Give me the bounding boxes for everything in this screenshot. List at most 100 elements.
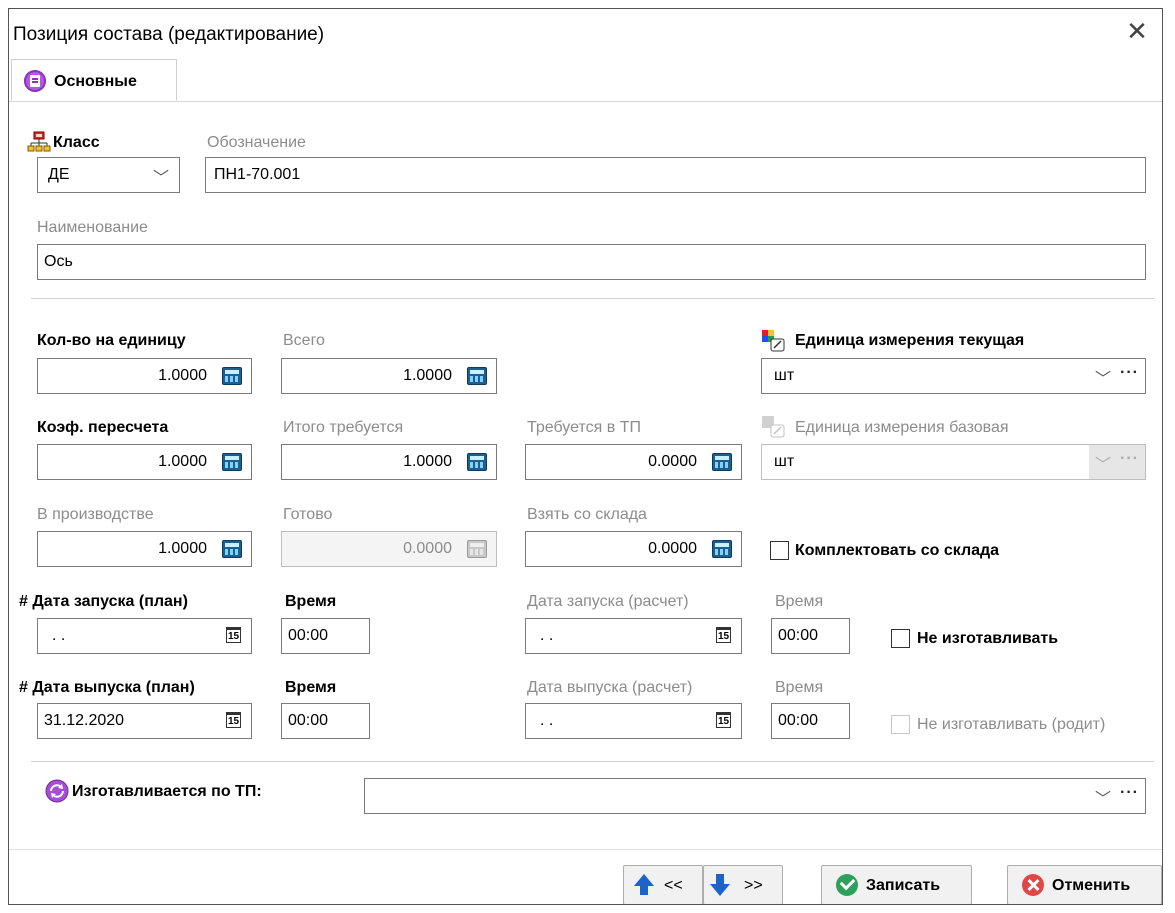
designation-field[interactable]: ПН1-70.001 [205,157,1146,193]
unit-current-value: шт [774,367,795,384]
check-icon [836,874,858,896]
conversion-factor-label: Коэф. пересчета [37,419,169,436]
unit-base-select[interactable]: шт ﹀ ··· [761,444,1146,480]
start-plan-time-value: 00:00 [288,627,329,644]
close-icon[interactable]: ✕ [1124,18,1150,44]
class-select[interactable]: ДЕ ﹀ [37,157,180,193]
designation-label: Обозначение [207,134,306,151]
total-required-field[interactable]: 1.0000 [281,444,497,480]
calculator-icon[interactable] [712,453,732,471]
tab-bar: Основные [9,59,1162,102]
calculator-icon[interactable] [467,367,487,385]
tab-main[interactable]: Основные [11,59,177,101]
calculator-icon [467,540,487,558]
take-from-stock-value: 0.0000 [648,540,697,557]
start-calc-date-field[interactable]: . . 15 [525,618,742,654]
divider [31,761,1154,762]
class-value: ДЕ [48,166,70,183]
more-icon[interactable]: ··· [1120,784,1139,802]
end-plan-time-field[interactable]: 00:00 [281,703,370,739]
calculator-icon[interactable] [712,540,732,558]
complete-from-stock-checkbox[interactable] [770,541,789,560]
do-not-manufacture-label: Не изготавливать [917,630,1059,647]
end-calc-time-field[interactable]: 00:00 [771,703,850,739]
total-field[interactable]: 1.0000 [281,358,497,394]
name-label: Наименование [37,219,148,236]
do-not-manufacture-parent-label: Не изготавливать (родит) [917,716,1106,733]
chevron-down-icon[interactable]: ﹀ [153,164,169,188]
unit-current-label: Единица измерения текущая [795,332,1025,349]
total-value: 1.0000 [403,367,452,384]
end-plan-time-label: Время [285,679,337,696]
prev-button[interactable]: << [623,865,703,904]
unit-base-label: Единица измерения базовая [795,419,1009,436]
total-label: Всего [283,332,325,349]
start-plan-time-label: Время [285,593,337,610]
save-button[interactable]: Записать [821,865,972,904]
end-plan-date-field[interactable]: 31.12.2020 15 [37,703,252,739]
conversion-factor-field[interactable]: 1.0000 [37,444,252,480]
ready-value: 0.0000 [403,540,452,557]
required-in-tp-field[interactable]: 0.0000 [525,444,742,480]
start-plan-date-field[interactable]: . . 15 [37,618,252,654]
calculator-icon[interactable] [467,453,487,471]
start-calc-label: Дата запуска (расчет) [527,593,689,610]
required-in-tp-value: 0.0000 [648,453,697,470]
calendar-icon[interactable]: 15 [226,627,241,643]
calculator-icon[interactable] [222,453,242,471]
designation-value: ПН1-70.001 [214,166,301,183]
more-icon[interactable]: ··· [1120,364,1139,382]
divider [31,298,1154,299]
qty-per-unit-field[interactable]: 1.0000 [37,358,252,394]
name-value: Ось [44,253,73,270]
name-field[interactable]: Ось [37,244,1146,280]
window-title: Позиция состава (редактирование) [13,24,325,45]
required-in-tp-label: Требуется в ТП [527,419,641,436]
cancel-button[interactable]: Отменить [1007,865,1162,904]
made-by-tp-select[interactable]: ﹀ ··· [364,778,1146,814]
next-button[interactable]: >> [703,865,783,904]
calculator-icon[interactable] [222,367,242,385]
more-icon[interactable]: ··· [1120,450,1139,468]
chevron-down-icon[interactable]: ﹀ [1095,365,1111,389]
calendar-icon[interactable]: 15 [716,712,731,728]
save-button-label: Записать [866,877,941,894]
list-icon [24,70,46,92]
unit-current-select[interactable]: шт ﹀ ··· [761,358,1146,394]
tab-main-label: Основные [54,73,137,90]
ready-label: Готово [283,506,333,523]
unit-icon [761,329,787,353]
class-tree-icon [27,131,51,153]
chevron-down-icon[interactable]: ﹀ [1095,451,1111,475]
cancel-icon [1022,874,1044,896]
calendar-icon[interactable]: 15 [716,627,731,643]
end-calc-time-label: Время [775,679,824,696]
total-required-label: Итого требуется [283,419,404,436]
do-not-manufacture-checkbox[interactable] [891,629,910,648]
take-from-stock-field[interactable]: 0.0000 [525,531,742,567]
end-plan-time-value: 00:00 [288,712,329,729]
calculator-icon[interactable] [222,540,242,558]
start-calc-time-field[interactable]: 00:00 [771,618,850,654]
qty-per-unit-value: 1.0000 [158,367,207,384]
start-plan-label: # Дата запуска (план) [19,593,188,610]
cancel-button-label: Отменить [1052,877,1131,894]
complete-from-stock-label: Комплектовать со склада [795,542,1000,559]
in-production-field[interactable]: 1.0000 [37,531,252,567]
take-from-stock-label: Взять со склада [527,506,647,523]
end-calc-date-field[interactable]: . . 15 [525,703,742,739]
ready-field: 0.0000 [281,531,497,567]
start-calc-time-label: Время [775,593,824,610]
start-calc-date-value: . . [540,627,554,644]
prev-button-label: << [664,877,683,894]
chevron-down-icon[interactable]: ﹀ [1095,785,1111,809]
start-plan-time-field[interactable]: 00:00 [281,618,370,654]
calendar-icon[interactable]: 15 [226,712,241,728]
footer-divider [9,849,1162,850]
end-calc-label: Дата выпуска (расчет) [527,679,693,696]
end-plan-date-value: 31.12.2020 [44,712,125,729]
process-icon [45,779,69,803]
arrow-up-icon [634,874,654,895]
start-plan-date-value: . . [52,627,66,644]
total-required-value: 1.0000 [403,453,452,470]
